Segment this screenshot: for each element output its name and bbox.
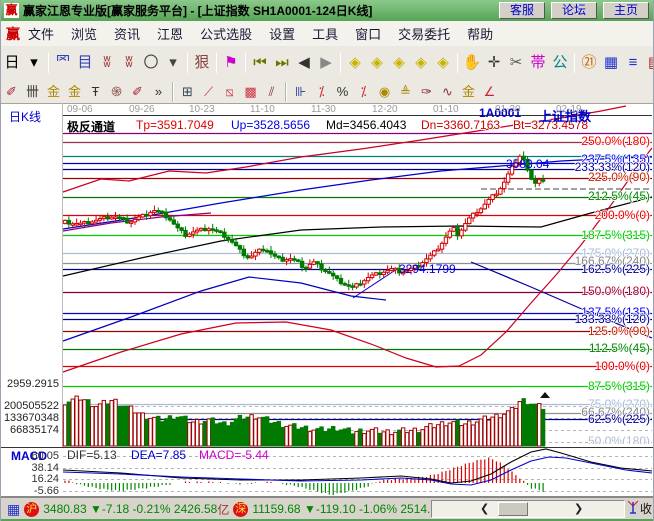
volume-marker-icon <box>540 392 550 398</box>
date-tick: 09-26 <box>129 104 155 115</box>
volume-scale-1: 200505522 <box>3 400 59 412</box>
date-tick: 11-30 <box>311 104 336 115</box>
gann-level-label: 212.5%(45) <box>588 189 650 203</box>
gann-level-label: 50.0%(180) <box>588 434 650 444</box>
sh-unit: 亿 <box>217 501 229 518</box>
volume-scale-3: 66835174 <box>3 424 59 436</box>
date-tick: 11-10 <box>250 104 275 115</box>
shenzhen-market-icon[interactable]: 深 <box>233 502 248 517</box>
shanghai-market-icon[interactable]: 沪 <box>24 502 39 517</box>
channel-up: Up=3528.5656 <box>231 118 310 132</box>
sh-change: ▼-7.18 <box>90 502 129 516</box>
macd-dea: DEA=7.85 <box>131 448 186 462</box>
macd-axis-1: 60.05 <box>15 450 59 462</box>
date-tick: 09-06 <box>67 104 93 115</box>
macd-axis-4: -5.66 <box>15 485 59 497</box>
macd-axis-3: 16.24 <box>15 473 59 485</box>
price-scale-label: 2959.2915 <box>3 378 59 390</box>
calendar-grid-icon[interactable]: ▦ <box>7 501 20 518</box>
gann-level-label: 87.5%(315) <box>588 379 650 393</box>
app-window: 赢 赢家江恩专业版[赢家服务平台] - [上证指数 SH1A0001-124日K… <box>0 0 654 521</box>
sz-change: ▼-119.10 <box>304 502 356 516</box>
gann-level-label: 100.0%(0) <box>595 359 650 373</box>
gann-level-label: 125.0%(90) <box>588 324 650 338</box>
macd-value: MACD=-5.44 <box>199 448 269 462</box>
scrollbar-thumb[interactable] <box>498 502 528 516</box>
sz-price: 11159.68 <box>252 502 300 516</box>
sh-price: 3480.83 <box>43 502 86 516</box>
channel-md: Md=3456.4043 <box>326 118 406 132</box>
sz-pct: -1.06% <box>359 502 397 516</box>
receive-label: 收 <box>640 500 652 517</box>
chart-canvas[interactable] <box>1 0 654 521</box>
volume-scale-2: 133670348 <box>3 412 59 424</box>
sh-amount: 2426.58 <box>174 502 217 516</box>
channel-name: 极反通道 <box>67 118 115 135</box>
date-tick: 01-30 <box>495 104 521 115</box>
gann-level-label: 250.0%(180) <box>581 134 650 148</box>
gann-level-label: 187.5%(315) <box>581 228 650 242</box>
horizontal-scrollbar[interactable]: ❮ ❯ <box>431 500 625 518</box>
date-tick: 10-23 <box>189 104 215 115</box>
channel-tp: Tp=3591.7049 <box>136 118 214 132</box>
price-label-high: 3583.04 <box>506 157 549 171</box>
price-label-mid: 3294.1799 <box>399 262 456 276</box>
channel-dn: Dn=3360.7163 <box>421 118 500 132</box>
date-tick: 12-20 <box>372 104 398 115</box>
scroll-left-icon[interactable]: ❮ <box>480 502 489 515</box>
gann-level-label: 162.5%(225) <box>581 262 650 276</box>
scroll-right-icon[interactable]: ❯ <box>574 502 583 515</box>
gann-level-label: 150.0%(180) <box>581 284 650 298</box>
gann-level-label: 112.5%(45) <box>589 341 650 355</box>
gann-level-label: 200.0%(0) <box>595 208 650 222</box>
date-tick: 02-19 <box>556 104 582 115</box>
period-label[interactable]: 日K线 <box>9 108 41 125</box>
sh-pct: -0.21% <box>133 502 171 516</box>
macd-dif: DIF=5.13 <box>67 448 117 462</box>
gann-level-label: 225.0%(90) <box>588 170 650 184</box>
date-tick: 01-10 <box>433 104 459 115</box>
gann-level-label: 62.5%(225) <box>588 412 650 426</box>
